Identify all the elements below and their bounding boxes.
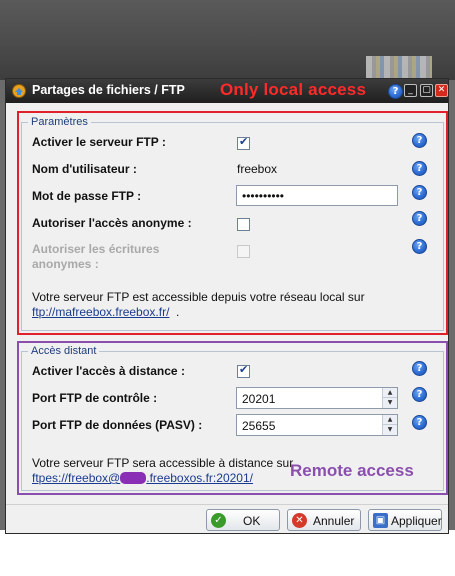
password-field[interactable]: •••••••••• <box>236 185 398 206</box>
apply-button-label: Appliquer <box>391 514 442 528</box>
remote-link-prefix: ftpes://freebox@ <box>32 471 121 485</box>
username-value: freebox <box>237 162 278 176</box>
window-title: Partages de fichiers / FTP <box>32 83 185 97</box>
help-icon[interactable]: ? <box>412 361 427 376</box>
annotation-remote-access: Remote access <box>290 461 414 480</box>
data-port-label: Port FTP de données (PASV) : <box>32 418 203 432</box>
stepper-up-icon[interactable]: ▲ <box>383 415 397 425</box>
anonymous-write-label-line2: anonymes : <box>32 257 99 271</box>
apply-button[interactable]: ▣ Appliquer <box>368 509 442 531</box>
redaction-mark <box>120 472 147 484</box>
username-label: Nom d'utilisateur : <box>32 162 137 176</box>
stepper-down-icon[interactable]: ▼ <box>383 398 397 408</box>
remote-access-legend: Accès distant <box>31 345 97 357</box>
enable-remote-checkbox[interactable] <box>237 363 250 378</box>
data-port-arrows[interactable]: ▲ ▼ <box>382 415 397 435</box>
control-port-label: Port FTP de contrôle : <box>32 391 158 405</box>
remote-ftp-link[interactable]: ftpes://freebox@ .freeboxos.fr:20201/ <box>32 471 253 485</box>
cancel-button-label: Annuler <box>313 514 355 528</box>
desktop-background-right <box>449 80 455 530</box>
control-port-stepper[interactable]: 20201 ▲ ▼ <box>236 387 398 409</box>
local-access-info: Votre serveur FTP est accessible depuis … <box>32 290 365 304</box>
help-icon[interactable]: ? <box>412 133 427 148</box>
cancel-x-icon: ✕ <box>292 513 307 528</box>
local-ftp-link[interactable]: ftp://mafreebox.freebox.fr/ <box>32 305 169 319</box>
enable-remote-label: Activer l'accès à distance : <box>32 364 185 378</box>
help-window-icon[interactable]: ? <box>388 84 403 99</box>
cancel-button[interactable]: ✕ Annuler <box>287 509 361 531</box>
enable-ftp-label: Activer le serveur FTP : <box>32 135 166 149</box>
save-disk-icon: ▣ <box>373 513 388 528</box>
control-port-arrows[interactable]: ▲ ▼ <box>382 388 397 408</box>
data-port-stepper[interactable]: 25655 ▲ ▼ <box>236 414 398 436</box>
help-icon[interactable]: ? <box>412 239 427 254</box>
data-port-value: 25655 <box>242 419 276 433</box>
maximize-icon[interactable]: ▢ <box>420 84 433 97</box>
ok-button-label: OK <box>243 514 261 528</box>
remote-link-suffix: .freeboxos.fr:20201/ <box>146 471 253 485</box>
stepper-up-icon[interactable]: ▲ <box>383 388 397 398</box>
minimize-icon[interactable]: _ <box>404 84 417 97</box>
help-icon[interactable]: ? <box>412 415 427 430</box>
local-link-suffix: . <box>176 305 180 319</box>
background-thumbnail <box>366 56 432 80</box>
ok-button[interactable]: ✓ OK <box>206 509 280 531</box>
anonymous-access-label: Autoriser l'accès anonyme : <box>32 216 192 230</box>
close-icon[interactable]: ✕ <box>435 84 448 97</box>
control-port-value: 20201 <box>242 392 276 406</box>
freebox-share-icon <box>12 84 26 98</box>
stepper-down-icon[interactable]: ▼ <box>383 425 397 435</box>
ftp-settings-dialog: Partages de fichiers / FTP Only local ac… <box>5 78 449 534</box>
help-icon[interactable]: ? <box>412 185 427 200</box>
parameters-legend: Paramètres <box>31 116 88 128</box>
ok-check-icon: ✓ <box>211 513 226 528</box>
help-icon[interactable]: ? <box>412 161 427 176</box>
footer-divider <box>6 504 448 505</box>
anonymous-write-label-line1: Autoriser les écritures <box>32 242 160 256</box>
password-label: Mot de passe FTP : <box>32 189 142 203</box>
anonymous-access-checkbox[interactable] <box>237 218 250 231</box>
anonymous-write-checkbox <box>237 245 250 258</box>
remote-access-info: Votre serveur FTP sera accessible à dist… <box>32 456 294 470</box>
title-bar[interactable]: Partages de fichiers / FTP Only local ac… <box>6 79 448 103</box>
help-icon[interactable]: ? <box>412 387 427 402</box>
help-icon[interactable]: ? <box>412 211 427 226</box>
enable-ftp-checkbox[interactable] <box>237 135 250 150</box>
annotation-local-access: Only local access <box>220 80 367 99</box>
